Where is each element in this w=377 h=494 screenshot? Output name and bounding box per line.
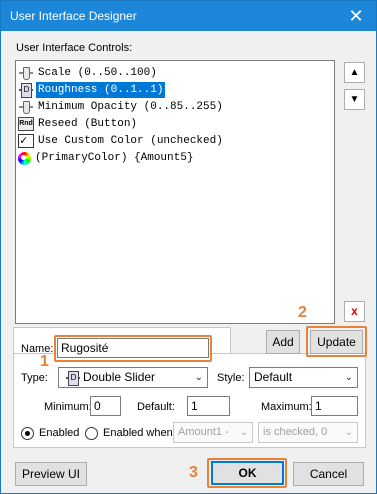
callout-highlight-update: [306, 326, 367, 357]
enabled-label: Enabled: [39, 427, 80, 439]
style-dropdown[interactable]: Default ⌄: [249, 367, 358, 388]
enabled-when-label: Enabled when: [103, 427, 173, 439]
type-label: Type:: [21, 372, 48, 384]
callout-highlight-name: [54, 335, 212, 362]
move-down-button[interactable]: ▼: [344, 89, 365, 110]
color-wheel-icon: [18, 151, 31, 165]
controls-listbox[interactable]: Scale (0..50..100) Roughness (0..1..1) M…: [15, 60, 335, 324]
list-item-use-custom-color[interactable]: Use Custom Color (unchecked): [18, 133, 225, 149]
list-item-scale[interactable]: Scale (0..50..100): [18, 65, 159, 81]
enabled-when-condition-value: is checked, 0: [263, 426, 328, 438]
callout-number-1: 1: [40, 353, 49, 370]
list-item-minimum-opacity[interactable]: Minimum Opacity (0..85..255): [18, 99, 225, 115]
cancel-button[interactable]: Cancel: [293, 462, 364, 486]
double-slider-icon: [18, 83, 34, 98]
callout-highlight-ok: [207, 458, 287, 488]
minimum-field[interactable]: 0: [90, 396, 121, 416]
style-label: Style:: [217, 372, 245, 384]
slider-icon: [18, 100, 34, 114]
callout-number-3: 3: [189, 464, 198, 481]
callout-number-2: 2: [298, 304, 307, 321]
add-button[interactable]: Add: [266, 330, 300, 354]
style-value: Default: [254, 370, 293, 384]
delete-button[interactable]: x: [344, 301, 365, 322]
checkbox-icon: [18, 133, 34, 149]
type-dropdown[interactable]: Double Slider ⌄: [58, 367, 208, 388]
list-item-roughness[interactable]: Roughness (0..1..1): [18, 82, 166, 98]
title-bar: User Interface Designer ✕: [1, 1, 376, 31]
controls-label: User Interface Controls:: [16, 42, 133, 54]
double-slider-icon: [65, 371, 81, 386]
enabled-when-radio[interactable]: [85, 427, 98, 440]
enabled-radio[interactable]: [21, 427, 34, 440]
ui-designer-window: User Interface Designer ✕ User Interface…: [0, 0, 377, 494]
chevron-down-icon: ⌄: [344, 372, 353, 383]
list-item-primary-color[interactable]: (PrimaryColor) {Amount5}: [18, 150, 195, 166]
chevron-down-icon: ⌄: [194, 372, 203, 383]
window-title: User Interface Designer: [10, 9, 137, 23]
slider-icon: [18, 66, 34, 80]
type-value: Double Slider: [83, 370, 156, 384]
move-up-button[interactable]: ▲: [344, 62, 365, 83]
enabled-when-control-dropdown[interactable]: Amount1 - ⌄: [173, 422, 253, 443]
chevron-down-icon: ⌄: [239, 427, 248, 438]
default-label: Default:: [137, 401, 175, 413]
chevron-down-icon: ⌄: [344, 427, 353, 438]
enabled-when-condition-dropdown[interactable]: is checked, 0 ⌄: [258, 422, 358, 443]
enabled-when-control-value: Amount1 -: [178, 426, 229, 438]
list-item-reseed[interactable]: Rnd Reseed (Button): [18, 116, 139, 132]
preview-ui-button[interactable]: Preview UI: [15, 462, 87, 486]
close-icon[interactable]: ✕: [342, 4, 370, 28]
minimum-label: Minimum:: [44, 401, 92, 413]
reseed-button-icon: Rnd: [18, 117, 34, 131]
default-field[interactable]: 1: [187, 396, 230, 416]
maximum-label: Maximum:: [261, 401, 312, 413]
maximum-field[interactable]: 1: [311, 396, 358, 416]
